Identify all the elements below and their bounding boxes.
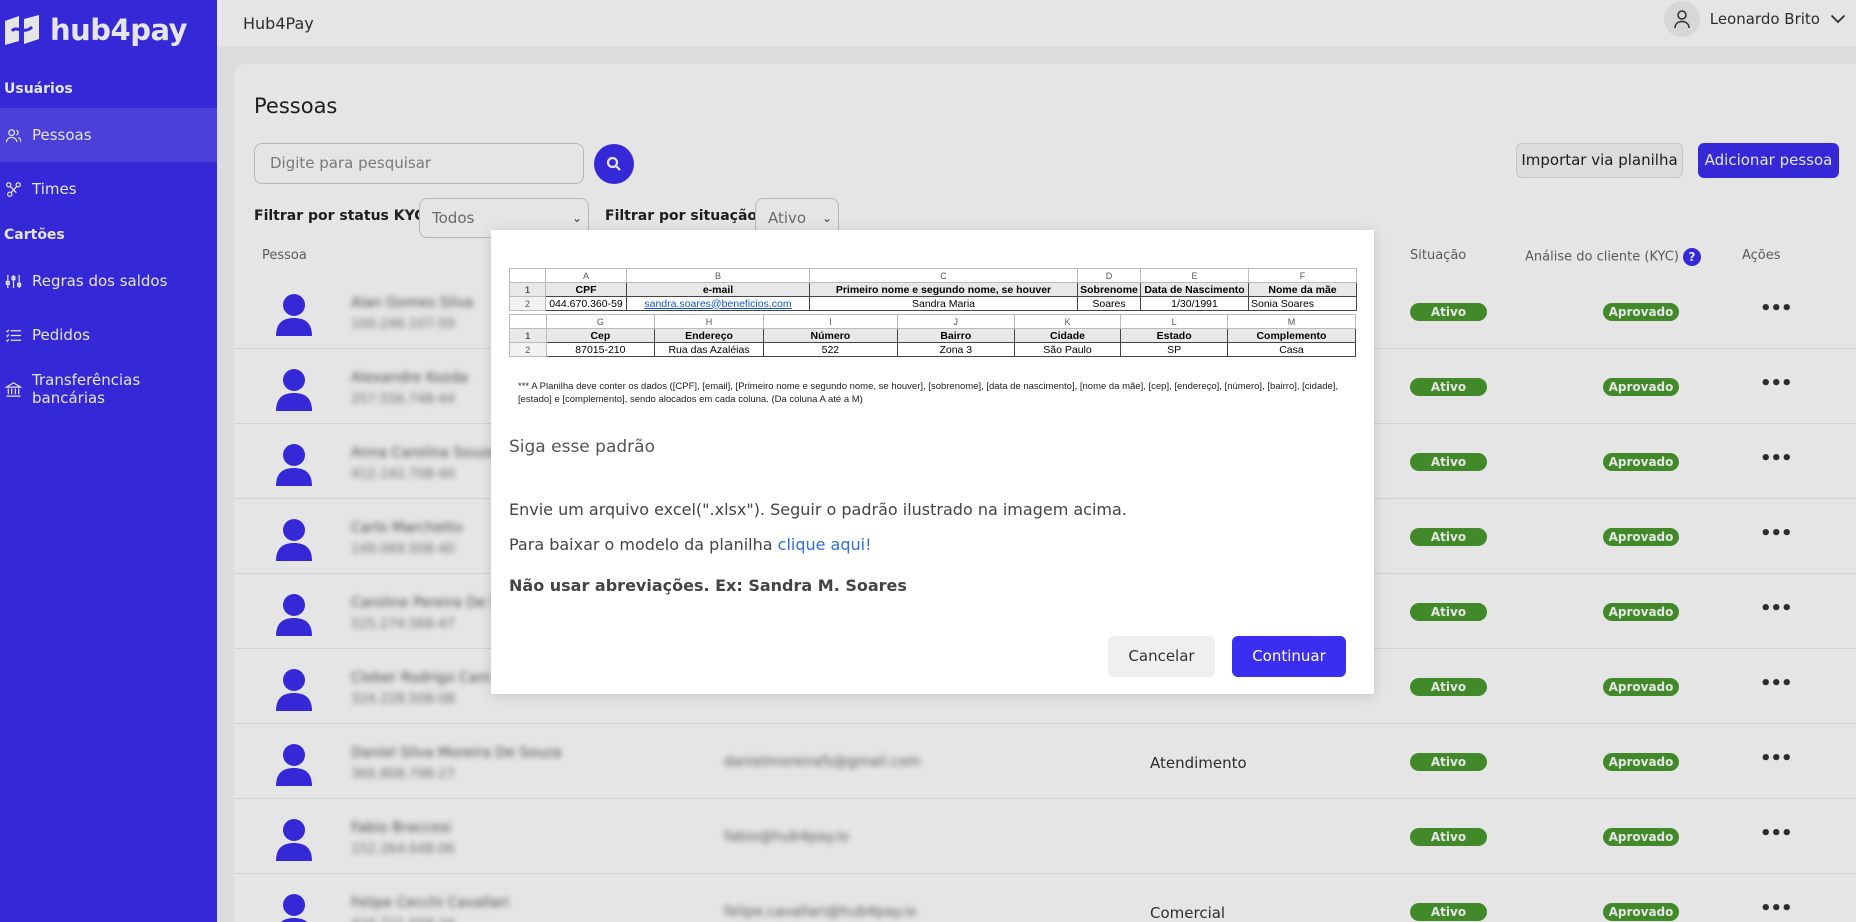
sheet-column-letter: A [545, 268, 627, 283]
download-template-link[interactable]: clique aqui! [778, 535, 872, 554]
sheet-row-number: 2 [509, 296, 546, 311]
cancel-button[interactable]: Cancelar [1108, 636, 1215, 677]
sheet-value-cell: 522 [762, 342, 898, 357]
sheet-header-cell: Primeiro nome e segundo nome, se houver [809, 282, 1078, 297]
sheet-value-cell: 044.670.360-59 [545, 296, 627, 311]
sheet-header-cell: Cidade [1013, 328, 1122, 343]
sheet-header-cell: Endereço [654, 328, 764, 343]
sheet-column-letter: K [1013, 314, 1122, 329]
sheet-value-cell: SP [1120, 342, 1228, 357]
sheet-column-letter: C [809, 268, 1078, 283]
modal-download-text: Para baixar o modelo da planilha clique … [509, 535, 872, 554]
sheet-header-cell: Bairro [896, 328, 1015, 343]
sheet-column-letter: G [545, 314, 656, 329]
sheet-column-letter: F [1248, 268, 1357, 283]
sheet-value-cell: Soares [1077, 296, 1141, 311]
sheet-value-cell: Sonia Soares [1248, 296, 1357, 311]
sheet-header-cell: Número [762, 328, 898, 343]
sheet-header-cell: Complemento [1226, 328, 1357, 343]
download-text-prefix: Para baixar o modelo da planilha [509, 535, 778, 554]
import-spreadsheet-modal: A B C D E F 1 CPF e-mail Primeiro nome e… [491, 230, 1374, 694]
sheet-column-letter: E [1140, 268, 1249, 283]
sheet-column-letter: L [1120, 314, 1228, 329]
sheet-value-cell: Sandra Maria [809, 296, 1078, 311]
sheet-value-cell: Casa [1226, 342, 1357, 357]
sheet-corner [509, 268, 546, 283]
sheet-column-letter: I [762, 314, 898, 329]
sheet-header-cell: Estado [1120, 328, 1228, 343]
sheet-column-letter: D [1077, 268, 1141, 283]
sheet-corner [509, 314, 547, 329]
sheet-header-cell: Nome da mãe [1248, 282, 1357, 297]
continue-button[interactable]: Continuar [1232, 636, 1346, 677]
sheet-value-cell: 87015-210 [545, 342, 656, 357]
sheet-row-number: 1 [509, 282, 546, 297]
sheet-header-cell: e-mail [626, 282, 810, 297]
modal-instructions: Envie um arquivo excel(".xlsx"). Seguir … [509, 500, 1127, 519]
modal-warning: Não usar abreviações. Ex: Sandra M. Soar… [509, 576, 907, 595]
spreadsheet-example-table-2: G H I J K L M 1 Cep Endereço Número Bair… [509, 314, 1357, 357]
sheet-row-number: 2 [509, 342, 547, 357]
sheet-header-cell: CPF [545, 282, 627, 297]
sheet-column-letter: B [626, 268, 810, 283]
sheet-value-cell: São Paulo [1013, 342, 1122, 357]
sheet-column-letter: J [896, 314, 1015, 329]
sheet-column-letter: H [654, 314, 764, 329]
spreadsheet-example-image: A B C D E F 1 CPF e-mail Primeiro nome e… [509, 268, 1357, 357]
sheet-header-cell: Sobrenome [1077, 282, 1141, 297]
sheet-column-letter: M [1226, 314, 1357, 329]
spreadsheet-example-table-1: A B C D E F 1 CPF e-mail Primeiro nome e… [509, 268, 1357, 311]
modal-title: Siga esse padrão [509, 437, 655, 457]
sheet-header-cell: Cep [545, 328, 656, 343]
sheet-value-cell: Rua das Azaléias [654, 342, 764, 357]
sheet-value-cell: Zona 3 [896, 342, 1015, 357]
sheet-header-cell: Data de Nascimento [1140, 282, 1249, 297]
sheet-row-number: 1 [509, 328, 547, 343]
sheet-value-cell: sandra.soares@beneficios.com [626, 296, 810, 311]
sheet-note: *** A Planilha deve conter os dados ([CP… [518, 381, 1339, 405]
sheet-value-cell: 1/30/1991 [1140, 296, 1249, 311]
